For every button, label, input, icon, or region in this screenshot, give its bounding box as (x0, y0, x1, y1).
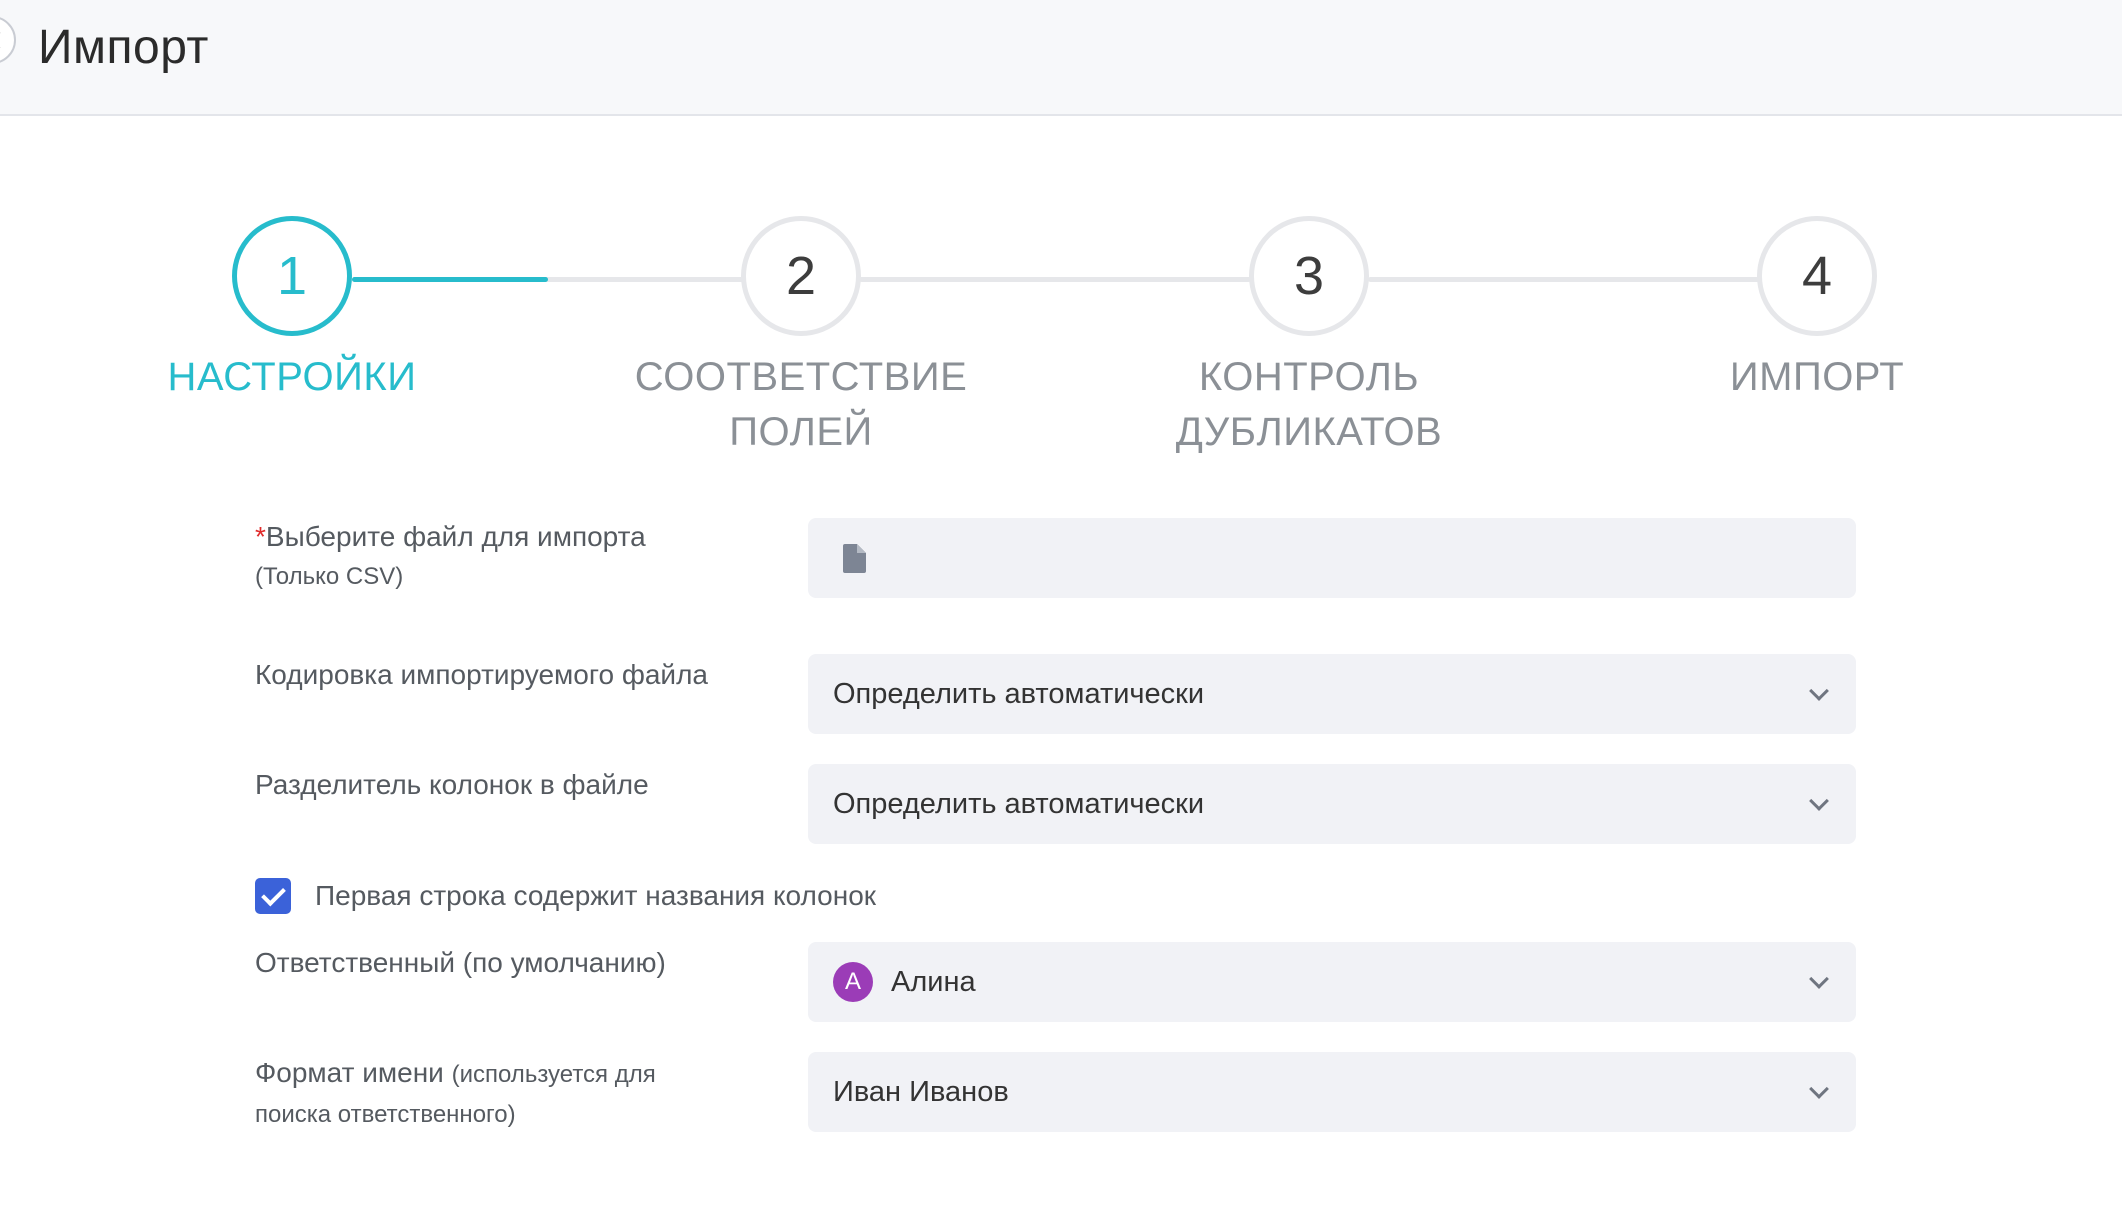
name-format-value: Иван Иванов (833, 1076, 1009, 1108)
chevron-down-icon (1809, 681, 1829, 701)
step-label: НАСТРОЙКИ (92, 350, 492, 405)
step-field-mapping[interactable]: 2 СООТВЕТСТВИЕ ПОЛЕЙ (601, 216, 1001, 460)
name-format-hint: (используется для (451, 1061, 656, 1088)
delimiter-label: Разделитель колонок в файле (255, 769, 649, 800)
step-label: СООТВЕТСТВИЕ ПОЛЕЙ (601, 350, 1001, 460)
step-label-line: СООТВЕТСТВИЕ (634, 355, 968, 399)
step-label-line: КОНТРОЛЬ (1198, 355, 1420, 399)
step-label-line: ПОЛЕЙ (729, 410, 873, 454)
import-stepper: 1 НАСТРОЙКИ 2 СООТВЕТСТВИЕ ПОЛЕЙ 3 КОНТР… (0, 0, 2122, 470)
step-duplicate-control[interactable]: 3 КОНТРОЛЬ ДУБЛИКАТОВ (1109, 216, 1509, 460)
step-label-line: НАСТРОЙКИ (167, 355, 417, 399)
name-format-hint: поиска ответственного) (255, 1101, 516, 1128)
step-settings[interactable]: 1 НАСТРОЙКИ (92, 216, 492, 405)
step-number-circle: 2 (741, 216, 861, 336)
chevron-down-icon (1809, 969, 1829, 989)
step-number-circle: 1 (232, 216, 352, 336)
file-input[interactable] (808, 518, 1856, 598)
step-import[interactable]: 4 ИМПОРТ (1617, 216, 2017, 405)
encoding-label: Кодировка импортируемого файла (255, 659, 708, 690)
responsible-label: Ответственный (по умолчанию) (255, 947, 666, 978)
step-label-line: ДУБЛИКАТОВ (1175, 410, 1443, 454)
encoding-value: Определить автоматически (833, 678, 1205, 710)
step-number-circle: 4 (1757, 216, 1877, 336)
responsible-value: Алина (891, 966, 976, 998)
file-field-label: *Выберите файл для импорта (Только CSV) (255, 518, 646, 596)
step-label: КОНТРОЛЬ ДУБЛИКАТОВ (1109, 350, 1509, 460)
name-format-label: Формат имени (используется для поиска от… (255, 1054, 656, 1134)
responsible-select[interactable]: А Алина (808, 942, 1856, 1022)
step-number-circle: 3 (1249, 216, 1369, 336)
name-format-label-text: Формат имени (255, 1057, 444, 1088)
step-label-line: ИМПОРТ (1729, 355, 1905, 399)
file-label-text: Выберите файл для импорта (265, 521, 646, 552)
chevron-down-icon (1809, 1079, 1829, 1099)
avatar: А (833, 962, 873, 1002)
required-mark: * (255, 521, 266, 552)
encoding-select[interactable]: Определить автоматически (808, 654, 1856, 734)
file-hint: (Только CSV) (255, 563, 404, 590)
name-format-select[interactable]: Иван Иванов (808, 1052, 1856, 1132)
step-label: ИМПОРТ (1617, 350, 2017, 405)
delimiter-value: Определить автоматически (833, 788, 1205, 820)
delimiter-select[interactable]: Определить автоматически (808, 764, 1856, 844)
chevron-down-icon (1809, 791, 1829, 811)
header-row-checkbox-label[interactable]: Первая строка содержит названия колонок (315, 876, 876, 916)
file-icon (843, 544, 866, 573)
header-row-checkbox[interactable] (255, 878, 291, 914)
